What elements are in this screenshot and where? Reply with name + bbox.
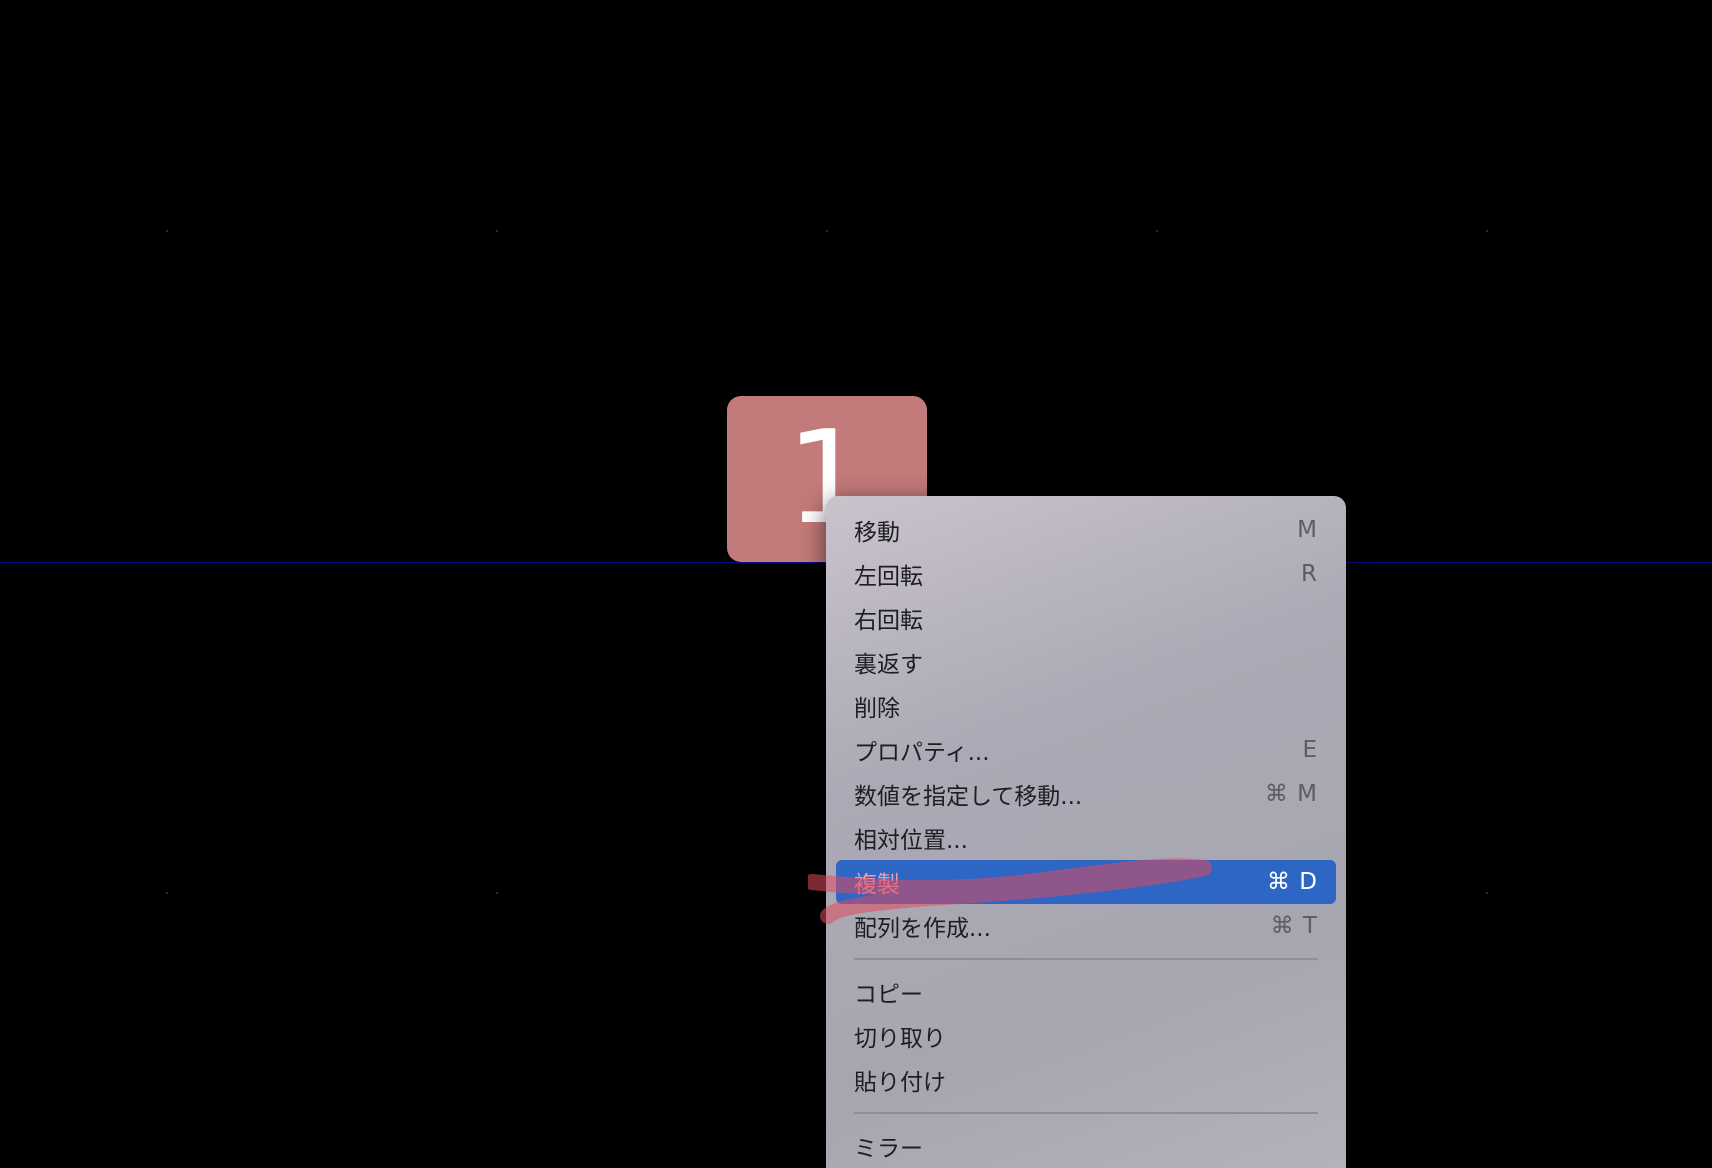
menu-item-label: プロパティ... [854,740,990,766]
context-menu: 移動 M 左回転 R 右回転裏返す削除プロパティ... E 数値を指定して移動... ⌘ M 相… [826,496,1346,1168]
menu-item[interactable]: 切り取り [836,1014,1336,1058]
menu-item[interactable]: 右回転 [836,596,1336,640]
menu-item-shortcut: E [1302,737,1318,763]
menu-item-label: コピー [854,982,923,1008]
menu-item-label: 移動 [854,520,900,546]
menu-item[interactable]: 移動 M [836,508,1336,552]
menu-item-label: 裏返す [854,652,923,678]
menu-item[interactable]: 数値を指定して移動... ⌘ M [836,772,1336,816]
menu-item-label: 右回転 [854,608,923,634]
menu-item[interactable]: 配列を作成... ⌘ T [836,904,1336,948]
menu-separator [854,958,1318,960]
menu-item[interactable]: 貼り付け [836,1058,1336,1102]
menu-separator [854,1112,1318,1114]
menu-item[interactable]: 左回転 R [836,552,1336,596]
menu-item-label: 複製 [854,872,900,898]
menu-item[interactable]: 相対位置... [836,816,1336,860]
menu-item[interactable]: プロパティ... E [836,728,1336,772]
menu-item[interactable]: 複製 ⌘ D [836,860,1336,904]
grid-dot [166,230,168,232]
grid-dot [1486,230,1488,232]
grid-dot [1156,230,1158,232]
menu-item-label: 数値を指定して移動... [854,784,1083,810]
menu-item[interactable]: 裏返す [836,640,1336,684]
menu-item[interactable]: コピー [836,970,1336,1014]
menu-item-shortcut: ⌘ T [1270,913,1318,939]
menu-item-label: 左回転 [854,564,923,590]
menu-item-shortcut: ⌘ D [1266,869,1318,895]
menu-item[interactable]: 削除 [836,684,1336,728]
menu-item-label: 配列を作成... [854,916,991,942]
menu-item-shortcut: R [1301,561,1318,587]
menu-item-label: 貼り付け [854,1070,946,1096]
canvas[interactable]: 1 移動 M 左回転 R 右回転 裏返す 削除 プロパティ... E 数値を指定して移動... ⌘ … [0,0,1712,1168]
menu-item[interactable]: ミラー [836,1124,1336,1168]
menu-item-label: 削除 [854,696,900,722]
menu-item-label: 切り取り [854,1026,946,1052]
grid-dot [1486,892,1488,894]
grid-dot [496,892,498,894]
menu-item-label: ミラー [854,1136,923,1162]
grid-dot [166,892,168,894]
grid-dot [496,230,498,232]
grid-dot [826,230,828,232]
menu-item-shortcut: M [1297,517,1318,543]
menu-item-shortcut: ⌘ M [1264,781,1318,807]
menu-item-label: 相対位置... [854,828,968,854]
